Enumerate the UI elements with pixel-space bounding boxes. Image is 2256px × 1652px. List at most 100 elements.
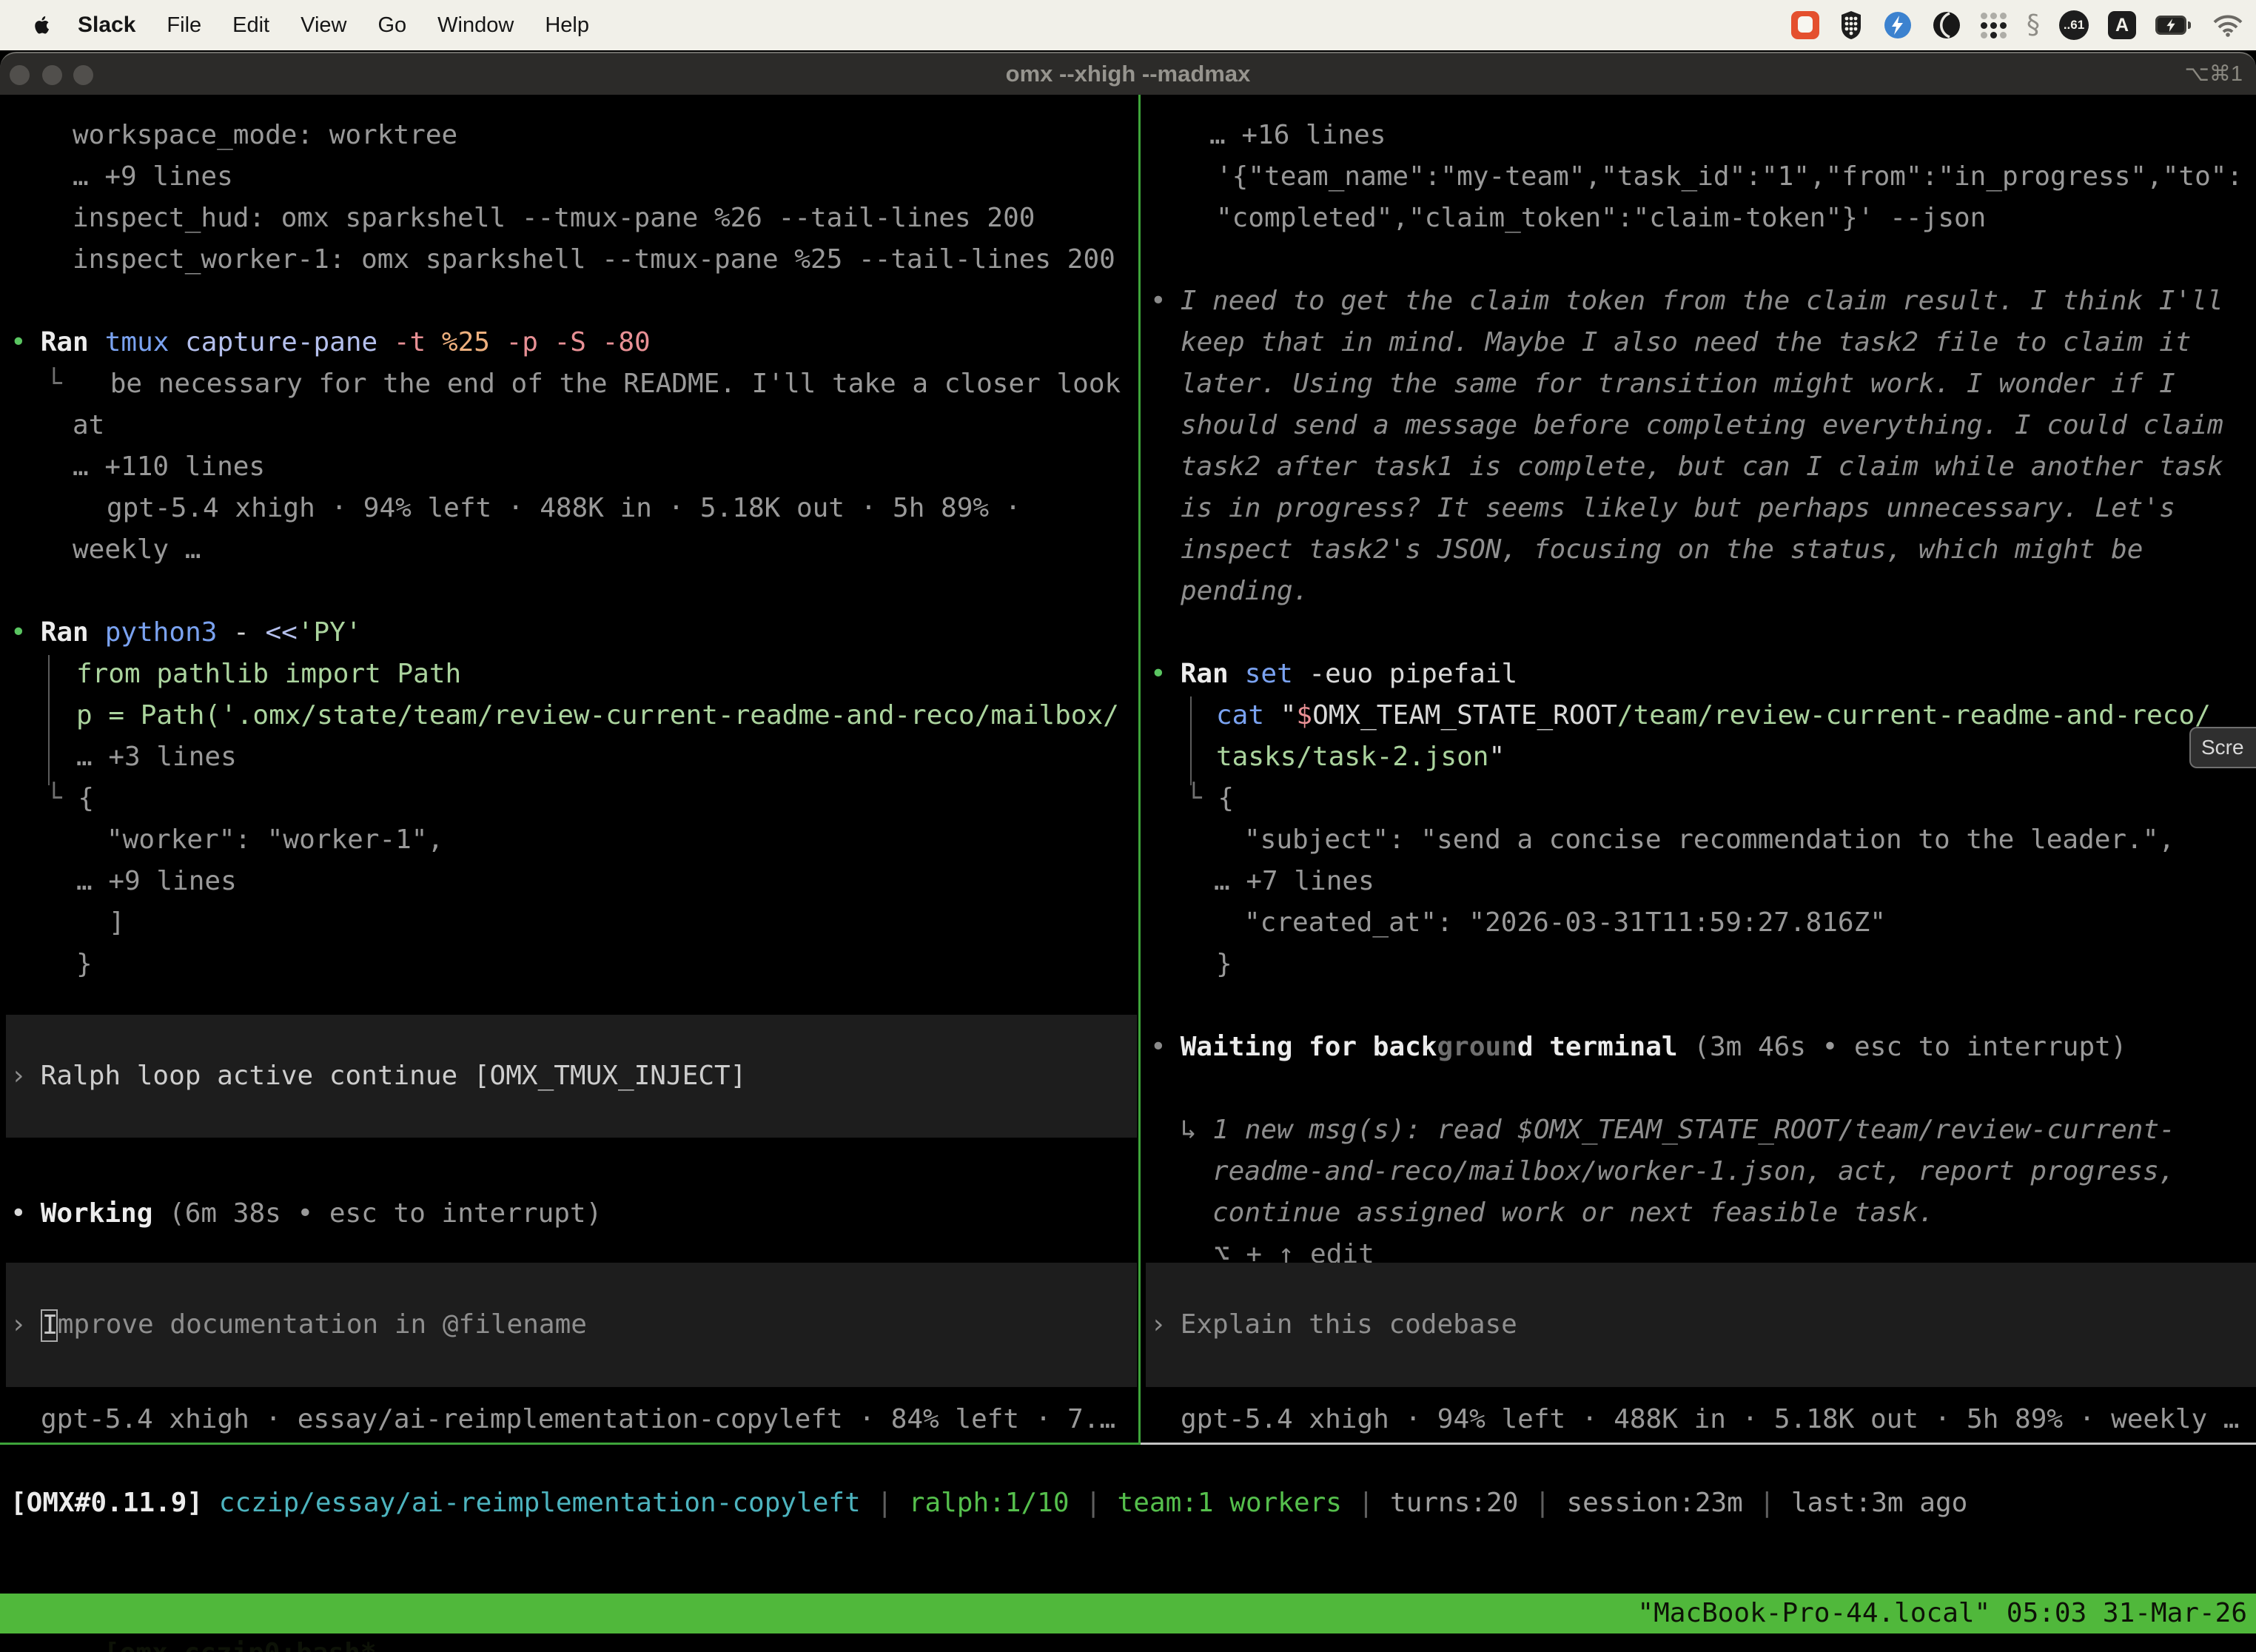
dots-grid-icon[interactable] [1981,12,2007,38]
right-pane-bottom-border [1141,1443,2256,1445]
omx-version: [OMX#0.11.9] [10,1488,203,1518]
prompt-input-left[interactable]: › Improve documentation in @filename [6,1263,1137,1387]
chat-bubble-shape [1798,16,1813,33]
ran-label: Ran [41,327,89,357]
menu-app-name[interactable]: Slack [78,13,135,38]
return-arrow-icon: ↳ [1181,1115,1197,1145]
command-bullet: • [1150,659,1166,689]
output-line: └ { [6,778,1137,819]
command-bullet: • [10,327,27,357]
omx-team-counter: team:1 workers [1118,1488,1342,1518]
command-flags: -p -S -80 [490,327,651,357]
output-line: gpt-5.4 xhigh · 94% left · 488K in · 5.1… [6,488,1137,529]
crescent-icon[interactable] [1932,10,1961,40]
command-name: tmux [105,327,169,357]
menu-bar: Slack File Edit View Go Window Help § [0,0,2256,50]
command-bullet: • [10,617,27,648]
code-block-gutter-line [1190,696,1192,785]
text-cursor: I [41,1309,58,1342]
terminal-line: '{"team_name":"my-team","task_id":"1","f… [1146,156,2256,198]
model-status-line-right: gpt-5.4 xhigh · 94% left · 488K in · 5.1… [1146,1399,2256,1440]
output-line: } [1146,944,2256,985]
omx-ralph-counter: ralph:1/10 [909,1488,1070,1518]
code-line: p = Path('.omx/state/team/review-current… [6,695,1137,736]
left-pane-bottom-border [0,1443,1138,1445]
output-line: ] [6,902,1137,944]
thinking-line: is in progress? It seems likely but perh… [1146,488,2256,529]
working-status-line: •Working (6m 38s • esc to interrupt) [6,1193,1137,1235]
blank-line [6,571,1137,612]
working-timer: (6m 38s • esc to interrupt) [152,1198,602,1229]
pane-divider [1138,95,1141,1445]
mailbox-notice-line: ↳ 1 new msg(s): read $OMX_TEAM_STATE_ROO… [1146,1109,2256,1151]
prompt-chevron: › [10,1061,27,1091]
blank-line [6,281,1137,322]
wifi-icon[interactable] [2212,13,2244,37]
omx-status-bar: [OMX#0.11.9] cczip/essay/ai-reimplementa… [10,1483,2256,1524]
output-line: at [6,405,1137,446]
inject-message-box[interactable]: ›Ralph loop active continue [OMX_TMUX_IN… [6,1015,1137,1138]
terminal-line: inspect_worker-1: omx sparkshell --tmux-… [6,239,1137,281]
command-subcommand: capture-pane [169,327,377,357]
a-app-icon[interactable]: A [2108,11,2136,39]
tmux-session-name: [omx-cczip0:bash* [96,1638,376,1652]
menu-item-edit[interactable]: Edit [232,13,269,38]
code-block-gutter-line [48,655,50,785]
mailbox-notice-line: continue assigned work or next feasible … [1146,1192,2256,1234]
output-line: … +7 lines [1146,861,2256,902]
prompt-input-line: › Improve documentation in @filename [6,1304,587,1346]
squiggle-icon[interactable]: § [2027,11,2040,39]
screen-overlay-button[interactable]: Scre [2189,727,2256,768]
terminal-line: … +16 lines [1146,115,2256,156]
output-line: └ { [1146,778,2256,819]
menu-item-help[interactable]: Help [545,13,589,38]
waiting-timer: (3m 46s • esc to interrupt) [1678,1032,2127,1062]
terminal-line: inspect_hud: omx sparkshell --tmux-pane … [6,198,1137,239]
battery-icon[interactable] [2155,16,2192,35]
output-elbow: └ [46,369,62,399]
menu-item-window[interactable]: Window [437,13,514,38]
command-target: %25 [426,327,490,357]
output-elbow: └ [46,783,62,813]
window-title: omx --xhigh --madmax [0,53,2256,95]
waiting-bullet: • [1150,1032,1166,1062]
terminal-window: omx --xhigh --madmax ⌥⌘1 workspace_mode:… [0,52,2256,1652]
terminal-body: workspace_mode: worktree … +9 lines insp… [0,95,2256,1652]
omx-last-activity: last:3m ago [1791,1488,1967,1518]
thinking-line: later. Using the same for transition mig… [1146,363,2256,405]
window-title-bar: omx --xhigh --madmax ⌥⌘1 [0,52,2256,95]
omx-turns: turns:20 [1390,1488,1518,1518]
ran-label: Ran [41,617,89,648]
menu-item-view[interactable]: View [301,13,346,38]
menu-item-file[interactable]: File [167,13,201,38]
working-bullet: • [10,1198,27,1229]
apple-icon[interactable] [33,15,50,36]
blank-line [1146,612,2256,654]
speedtest-bolt-icon[interactable] [1883,10,1913,40]
chat-notification-icon[interactable] [1791,11,1819,39]
output-line: … +110 lines [6,446,1137,488]
tmux-status-bar: [omx-cczip0:bash* "MacBook-Pro-44.local"… [0,1594,2256,1633]
count-badge-icon[interactable]: ..61 [2059,10,2089,40]
pane-worker-right: … +16 lines '{"team_name":"my-team","tas… [1146,95,2256,1443]
output-line: "created_at": "2026-03-31T11:59:27.816Z" [1146,902,2256,944]
thinking-line: task2 after task1 is complete, but can I… [1146,446,2256,488]
blank-line [1146,985,2256,1027]
code-line: from pathlib import Path [6,654,1137,695]
shimmer-text: groun [1437,1032,1517,1062]
prompt-input-right[interactable]: ›Explain this codebase [1146,1263,2256,1387]
command-line-tmux: • Rantmux capture-pane -t %25 -p -S -80 [6,322,1137,363]
prompt-chevron: › [10,1309,27,1340]
terminal-line: … +9 lines [6,156,1137,198]
cat-command: cat [1216,700,1264,731]
shield-grid-icon[interactable] [1839,10,1864,40]
command-flag: -t [377,327,426,357]
code-line: … +3 lines [6,736,1137,778]
menu-item-go[interactable]: Go [377,13,406,38]
blank-line [1146,239,2256,281]
output-line: "worker": "worker-1", [6,819,1137,861]
thinking-line: pending. [1146,571,2256,612]
output-line: └ be necessary for the end of the README… [6,363,1137,405]
model-status-line-left: gpt-5.4 xhigh · essay/ai-reimplementatio… [6,1399,1137,1440]
placeholder-text: mprove documentation in @filename [58,1309,587,1340]
